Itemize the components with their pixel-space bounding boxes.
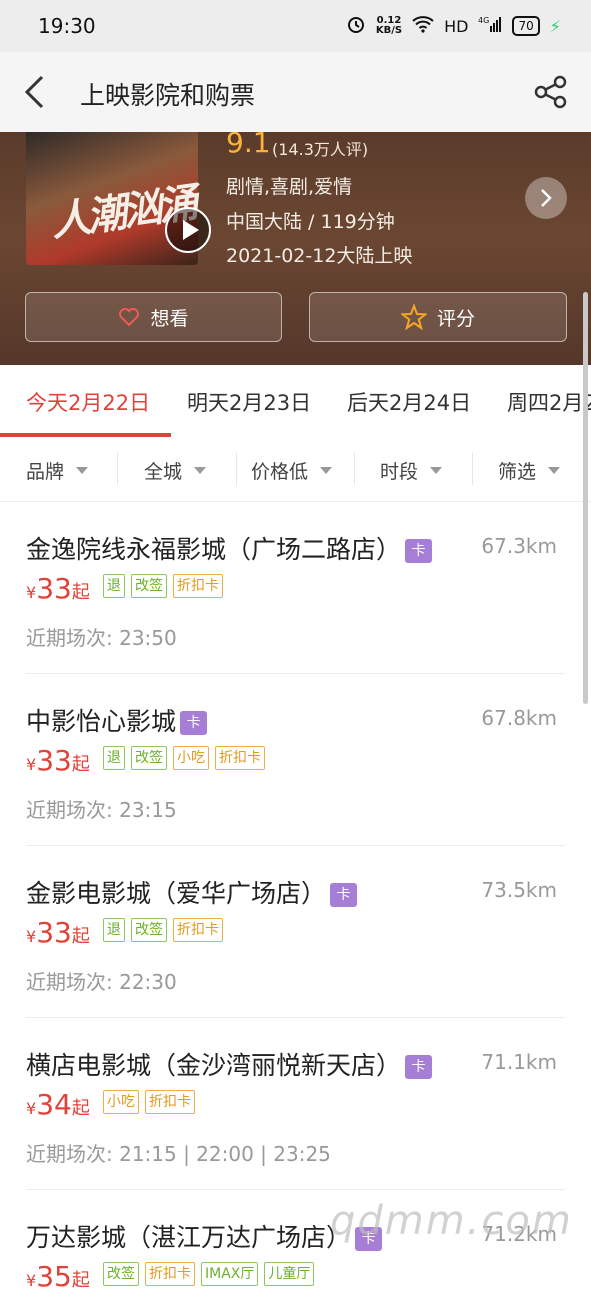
caret-down-icon [76, 467, 89, 474]
recent-showtimes: 近期场次: 23:50 [26, 626, 177, 650]
want-to-see-button[interactable]: 想看 [25, 292, 282, 342]
movie-header: 人潮汹涌 9.1 (14.3万人评) 剧情,喜剧,爱情 中国大陆 / 119分钟… [0, 132, 591, 365]
tag-refund: 退 [103, 746, 125, 770]
tag-discount-card: 折扣卡 [145, 1090, 195, 1114]
tag-refund: 退 [103, 574, 125, 598]
tag-discount-card: 折扣卡 [215, 746, 265, 770]
cinema-distance: 71.1km [481, 1050, 557, 1074]
cinema-price: ¥35起 [26, 1260, 90, 1293]
tag-kids-hall: 儿童厅 [264, 1262, 315, 1286]
watermark: qdmm.com [330, 1198, 573, 1244]
date-tab-today[interactable]: 今天2月22日 [26, 387, 150, 417]
filter-bar: 品牌 全城 价格低 时段 筛选 [0, 437, 591, 502]
cinema-item[interactable]: 中影怡心影城卡 67.8km ¥33起 退 改签 小吃 折扣卡 近期场次: 23… [0, 674, 591, 846]
cinema-distance: 73.5km [481, 878, 557, 902]
tag-snack: 小吃 [103, 1090, 139, 1114]
caret-down-icon [194, 467, 207, 474]
recent-showtimes: 近期场次: 21:15 | 22:00 | 23:25 [26, 1142, 331, 1166]
star-icon [400, 304, 427, 330]
page-title: 上映影院和购票 [80, 81, 256, 110]
movie-origin-duration: 中国大陆 / 119分钟 [226, 211, 395, 233]
play-icon[interactable] [164, 206, 212, 254]
svg-text:4G: 4G [478, 16, 489, 25]
card-badge: 卡 [330, 883, 358, 907]
filter-more[interactable]: 筛选 [498, 457, 561, 484]
movie-detail-button[interactable] [525, 177, 567, 219]
tag-discount-card: 折扣卡 [145, 1262, 195, 1286]
signal-icon: 4G [478, 15, 502, 37]
rating-count: (14.3万人评) [272, 140, 369, 159]
recent-showtimes: 近期场次: 22:30 [26, 970, 177, 994]
cinema-item[interactable]: 金逸院线永福影城（广场二路店）卡 67.3km ¥33起 退 改签 折扣卡 近期… [0, 502, 591, 674]
caret-down-icon [320, 467, 333, 474]
rate-label: 评分 [436, 307, 475, 330]
card-badge: 卡 [405, 539, 433, 563]
movie-genres: 剧情,喜剧,爱情 [226, 176, 353, 198]
cinema-price: ¥33起 [26, 744, 90, 777]
cinema-price: ¥33起 [26, 572, 90, 605]
tag-snack: 小吃 [173, 746, 209, 770]
status-bar: 19:30 0.12 KB/S HD 4G 70 ⚡ [0, 0, 591, 52]
scrollbar[interactable] [583, 292, 588, 704]
recent-showtimes: 近期场次: 23:15 [26, 798, 177, 822]
caret-down-icon [548, 467, 561, 474]
filter-brand[interactable]: 品牌 [26, 457, 89, 484]
movie-rating: 9.1 [226, 132, 271, 159]
cinema-distance: 67.8km [481, 706, 557, 730]
wifi-icon [412, 15, 434, 37]
tag-reschedule: 改签 [131, 918, 167, 942]
back-icon[interactable] [20, 74, 50, 110]
tag-reschedule: 改签 [131, 746, 167, 770]
service-tags: 改签 折扣卡 IMAX厅 儿童厅 [103, 1262, 315, 1286]
hd-label: HD [444, 16, 469, 36]
share-icon[interactable] [533, 74, 569, 110]
date-tab-thursday[interactable]: 周四2月25日 [507, 387, 591, 417]
tag-reschedule: 改签 [103, 1262, 139, 1286]
tag-refund: 退 [103, 918, 125, 942]
charging-icon: ⚡ [549, 16, 561, 36]
service-tags: 退 改签 小吃 折扣卡 [103, 746, 265, 770]
title-bar: 上映影院和购票 [0, 52, 591, 133]
card-badge: 卡 [180, 711, 208, 735]
movie-poster[interactable]: 人潮汹涌 [26, 132, 211, 265]
heart-icon [119, 308, 140, 327]
filter-price[interactable]: 价格低 [251, 457, 333, 484]
service-tags: 小吃 折扣卡 [103, 1090, 195, 1114]
cinema-name: 金影电影城（爱华广场店） [26, 879, 327, 908]
card-badge: 卡 [405, 1055, 433, 1079]
date-tab-tomorrow[interactable]: 明天2月23日 [187, 387, 311, 417]
rate-button[interactable]: 评分 [309, 292, 567, 342]
tag-reschedule: 改签 [131, 574, 167, 598]
cinema-item[interactable]: 横店电影城（金沙湾丽悦新天店）卡 71.1km ¥34起 小吃 折扣卡 近期场次… [0, 1018, 591, 1190]
tag-discount-card: 折扣卡 [173, 574, 223, 598]
tag-discount-card: 折扣卡 [173, 918, 223, 942]
status-time: 19:30 [38, 14, 96, 38]
cinema-name: 金逸院线永福影城（广场二路店） [26, 535, 402, 564]
want-to-see-label: 想看 [150, 307, 189, 330]
filter-time[interactable]: 时段 [380, 457, 443, 484]
movie-release-date: 2021-02-12大陆上映 [226, 245, 413, 267]
cinema-price: ¥33起 [26, 916, 90, 949]
cinema-name: 中影怡心影城 [26, 707, 177, 736]
alarm-icon [346, 14, 366, 38]
status-icons: 0.12 KB/S HD 4G 70 ⚡ [346, 14, 561, 38]
cinema-price: ¥34起 [26, 1088, 90, 1121]
filter-area[interactable]: 全城 [144, 457, 207, 484]
tag-imax: IMAX厅 [201, 1262, 259, 1286]
chevron-right-icon [541, 189, 552, 207]
net-speed: 0.12 KB/S [375, 15, 403, 36]
date-tabs: 今天2月22日 明天2月23日 后天2月24日 周四2月25日 [0, 365, 591, 438]
caret-down-icon [430, 467, 443, 474]
cinema-distance: 67.3km [481, 534, 557, 558]
cinema-name: 万达影城（湛江万达广场店） [26, 1223, 352, 1252]
battery-icon: 70 [512, 16, 540, 36]
cinema-item[interactable]: 金影电影城（爱华广场店）卡 73.5km ¥33起 退 改签 折扣卡 近期场次:… [0, 846, 591, 1018]
cinema-name: 横店电影城（金沙湾丽悦新天店） [26, 1051, 402, 1080]
service-tags: 退 改签 折扣卡 [103, 574, 223, 598]
date-tab-day-after[interactable]: 后天2月24日 [347, 387, 471, 417]
service-tags: 退 改签 折扣卡 [103, 918, 223, 942]
